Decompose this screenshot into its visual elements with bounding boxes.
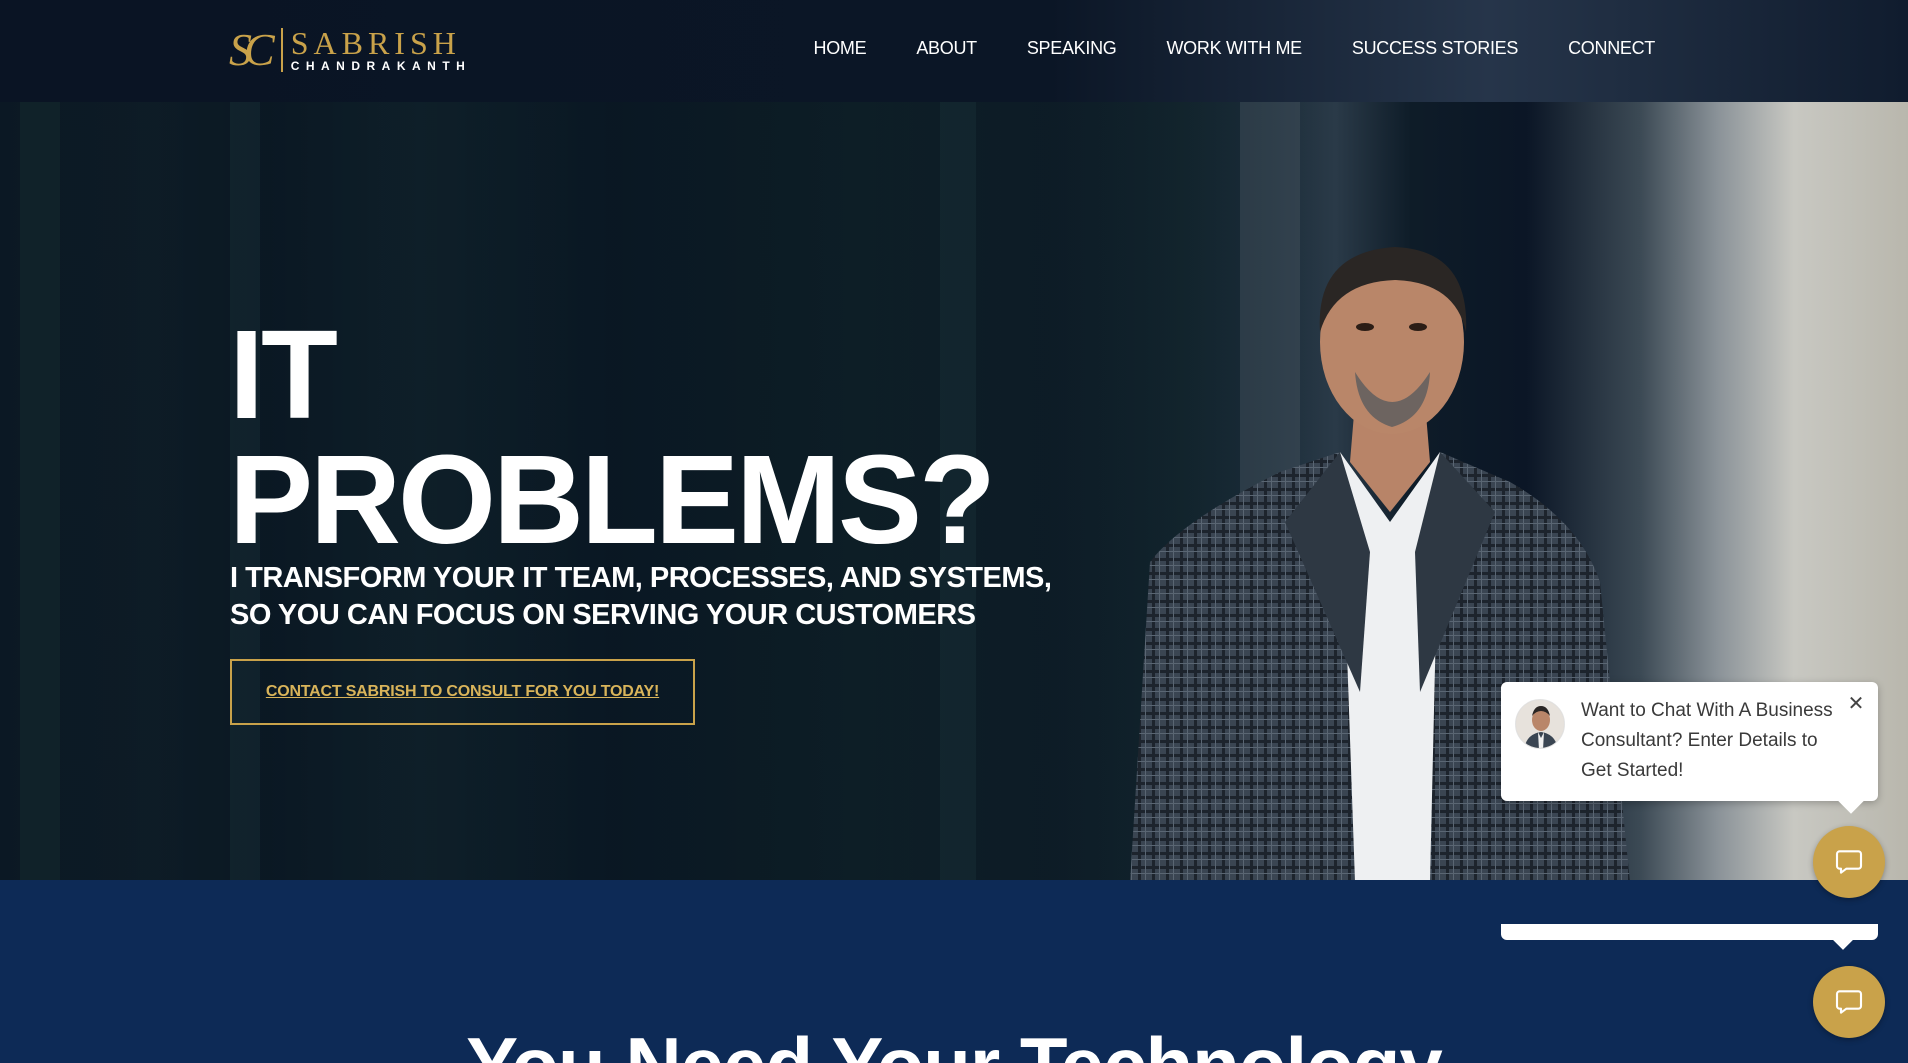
section-title: You Need Your Technology (0, 1020, 1908, 1063)
nav-connect[interactable]: CONNECT (1568, 38, 1655, 59)
chat-bubble-icon (1835, 850, 1863, 874)
main-nav: HOME ABOUT SPEAKING WORK WITH ME SUCCESS… (814, 38, 1656, 59)
hero-subtitle-line2: SO YOU CAN FOCUS ON SERVING YOUR CUSTOME… (230, 599, 976, 631)
logo-text: SABRISH CHANDRAKANTH (291, 27, 472, 73)
nav-about[interactable]: ABOUT (916, 38, 977, 59)
contact-cta-button[interactable]: CONTACT SABRISH TO CONSULT FOR YOU TODAY… (230, 659, 695, 725)
logo-divider (280, 28, 283, 72)
site-header: SC SABRISH CHANDRAKANTH HOME ABOUT SPEAK… (0, 0, 1908, 102)
background-pillar (20, 102, 60, 880)
consultant-avatar (1515, 699, 1565, 749)
nav-home[interactable]: HOME (814, 38, 867, 59)
hero-subtitle: I TRANSFORM YOUR IT TEAM, PROCESSES, AND… (230, 560, 1052, 634)
hero-title-line2: PROBLEMS? (229, 429, 996, 570)
chat-bubble-icon (1835, 990, 1863, 1014)
logo-mark: SC (229, 24, 275, 75)
chat-bubble-button[interactable] (1813, 826, 1885, 898)
logo-subtitle: CHANDRAKANTH (290, 59, 472, 73)
nav-success-stories[interactable]: SUCCESS STORIES (1352, 38, 1519, 59)
chat-popup[interactable]: Want to Chat With A Business Consultant?… (1501, 682, 1878, 801)
hero-title-line1: IT (229, 304, 338, 445)
nav-speaking[interactable]: SPEAKING (1027, 38, 1117, 59)
technology-section: You Need Your Technology (0, 880, 1908, 1063)
nav-work-with-me[interactable]: WORK WITH ME (1166, 38, 1302, 59)
close-icon[interactable]: ✕ (1846, 694, 1866, 714)
chat-popup-secondary (1501, 924, 1878, 940)
logo[interactable]: SC SABRISH CHANDRAKANTH (229, 26, 471, 74)
chat-bubble-button[interactable] (1813, 966, 1885, 1038)
chat-message: Want to Chat With A Business Consultant?… (1581, 700, 1833, 781)
logo-name: SABRISH (290, 25, 461, 61)
hero-subtitle-line1: I TRANSFORM YOUR IT TEAM, PROCESSES, AND… (230, 562, 1052, 594)
